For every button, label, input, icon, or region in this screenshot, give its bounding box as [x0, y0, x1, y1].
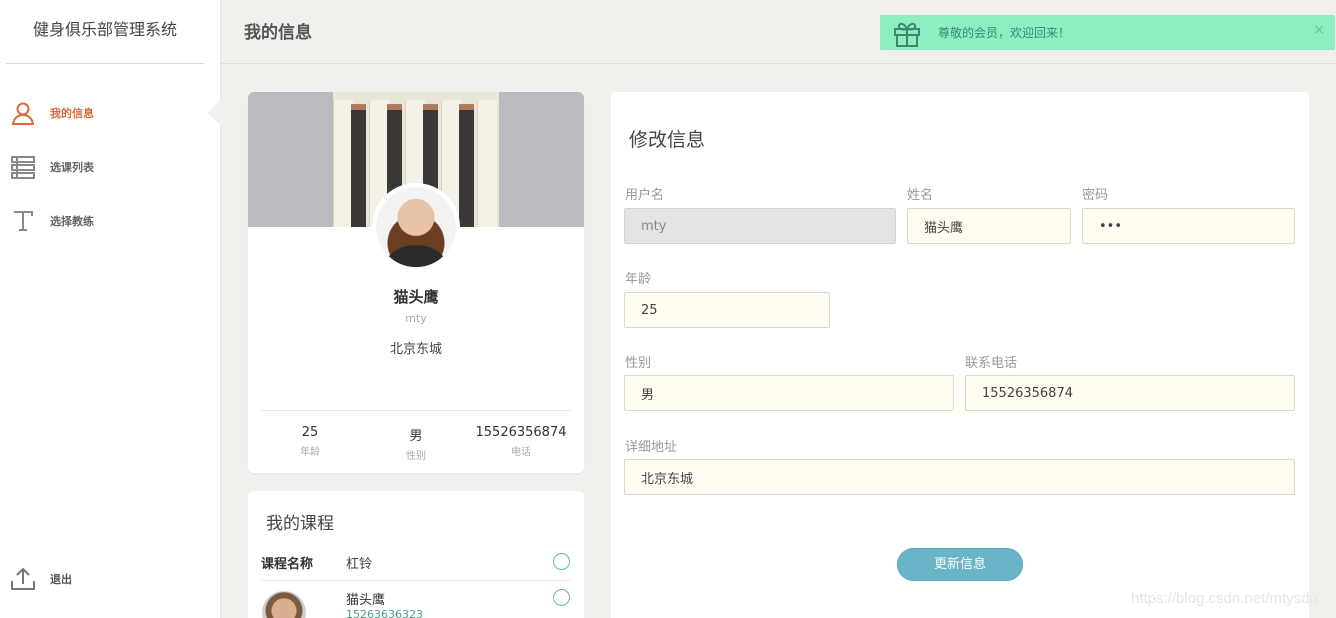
sidebar-item-label: 我的信息	[50, 107, 94, 120]
age-field[interactable]	[624, 292, 830, 328]
close-icon[interactable]: ×	[1313, 22, 1325, 38]
stat-label: 电话	[511, 447, 531, 458]
course-select-radio[interactable]	[553, 553, 570, 570]
phone-label: 联系电话	[965, 356, 1018, 371]
sidebar-item-course-list[interactable]: 选课列表	[0, 140, 220, 194]
stat-gender: 男 性别	[356, 425, 476, 462]
list-icon	[10, 154, 36, 180]
sidebar: 健身俱乐部管理系统 我的信息 选课列表 选择教练 退出	[0, 0, 221, 618]
gender-label: 性别	[625, 356, 652, 371]
sidebar-item-label: 选择教练	[50, 215, 94, 228]
sidebar-item-label: 选课列表	[50, 161, 94, 174]
stat-phone: 15526356874 电话	[461, 425, 581, 458]
coach-name: 猫头鹰	[346, 593, 386, 608]
stat-label: 年龄	[300, 447, 320, 458]
profile-card: 猫头鹰 mty 北京东城 25 年龄 男 性别 15526356874 电话	[248, 92, 584, 473]
coach-select-radio[interactable]	[553, 589, 570, 606]
sidebar-item-choose-coach[interactable]: 选择教练	[0, 194, 220, 248]
course-name: 杠铃	[346, 557, 373, 572]
courses-title: 我的课程	[266, 514, 334, 534]
sidebar-item-my-info[interactable]: 我的信息	[0, 86, 221, 140]
upload-icon	[10, 566, 36, 592]
stat-value: 25	[301, 425, 319, 440]
profile-name: 猫头鹰	[393, 288, 439, 306]
course-header-label: 课程名称	[261, 557, 314, 572]
logout-button[interactable]: 退出	[10, 566, 72, 592]
name-field[interactable]	[907, 208, 1071, 244]
profile-username: mty	[405, 312, 427, 325]
avatar	[372, 183, 460, 271]
stat-value: 15526356874	[475, 425, 567, 440]
course-row: 课程名称 杠铃	[261, 553, 571, 581]
edit-info-form: 修改信息 用户名 姓名 密码 年龄 性别 联系电话 详细地址 更新信息	[611, 92, 1309, 618]
page-title: 我的信息	[244, 23, 312, 43]
stat-age: 25 年龄	[250, 425, 370, 458]
password-label: 密码	[1082, 188, 1109, 203]
form-title: 修改信息	[629, 129, 706, 151]
address-field[interactable]	[624, 459, 1295, 495]
phone-field[interactable]	[965, 375, 1295, 411]
password-field[interactable]	[1082, 208, 1295, 244]
name-label: 姓名	[907, 188, 934, 203]
logout-label: 退出	[50, 573, 72, 586]
text-icon	[10, 208, 36, 234]
address-label: 详细地址	[625, 440, 678, 455]
coach-avatar	[262, 591, 306, 618]
my-courses-card: 我的课程 课程名称 杠铃 猫头鹰 15263636323	[248, 491, 584, 618]
username-field	[624, 208, 896, 244]
divider	[261, 410, 571, 411]
header: 我的信息 尊敬的会员，欢迎回来！ ×	[221, 0, 1336, 64]
stat-value: 男	[409, 429, 423, 444]
age-label: 年龄	[625, 272, 652, 287]
coach-phone: 15263636323	[346, 608, 423, 618]
user-icon	[10, 100, 36, 126]
app-brand: 健身俱乐部管理系统	[6, 0, 204, 64]
gender-field[interactable]	[624, 375, 954, 411]
sidebar-nav: 我的信息 选课列表 选择教练	[0, 86, 221, 248]
welcome-toast: 尊敬的会员，欢迎回来！ ×	[880, 15, 1335, 50]
profile-address: 北京东城	[389, 342, 442, 357]
gift-icon	[892, 18, 922, 48]
update-info-button[interactable]: 更新信息	[897, 548, 1023, 581]
toast-message: 尊敬的会员，欢迎回来！	[938, 26, 1071, 40]
stat-label: 性别	[406, 451, 426, 462]
watermark: https://blog.csdn.net/mtysdu	[1131, 590, 1318, 607]
username-label: 用户名	[625, 188, 665, 203]
